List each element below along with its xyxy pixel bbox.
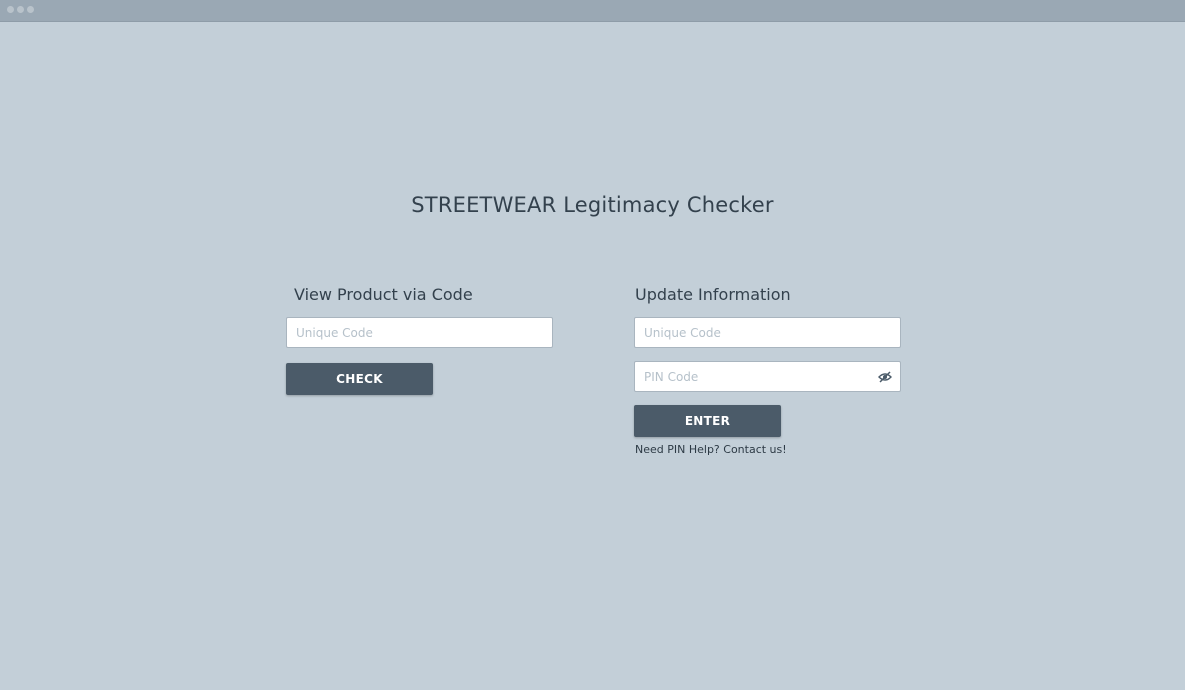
view-unique-code-input[interactable] bbox=[287, 318, 552, 347]
window-minimize-dot[interactable] bbox=[17, 6, 24, 13]
pin-code-field bbox=[634, 361, 901, 392]
window-maximize-dot[interactable] bbox=[27, 6, 34, 13]
check-button[interactable]: CHECK bbox=[286, 363, 433, 395]
eye-slash-icon[interactable] bbox=[878, 370, 892, 384]
window-titlebar bbox=[0, 0, 1185, 22]
view-product-heading: View Product via Code bbox=[294, 285, 473, 304]
page-title: STREETWEAR Legitimacy Checker bbox=[411, 193, 774, 217]
pin-help-link[interactable]: Need PIN Help? Contact us! bbox=[635, 443, 787, 456]
update-unique-code-input[interactable] bbox=[635, 318, 900, 347]
app-window: STREETWEAR Legitimacy Checker View Produ… bbox=[0, 0, 1185, 690]
update-code-field bbox=[634, 317, 901, 348]
pin-code-input[interactable] bbox=[635, 362, 900, 391]
view-code-field bbox=[286, 317, 553, 348]
enter-button[interactable]: ENTER bbox=[634, 405, 781, 437]
window-close-dot[interactable] bbox=[7, 6, 14, 13]
update-information-heading: Update Information bbox=[635, 285, 791, 304]
